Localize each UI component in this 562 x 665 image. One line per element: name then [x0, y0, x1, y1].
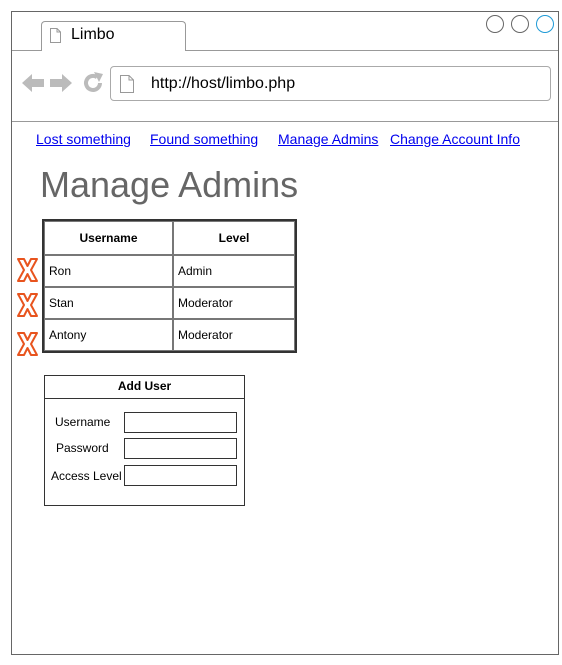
table-row: Ron Admin [44, 255, 295, 287]
window-button-minimize[interactable] [486, 15, 504, 33]
nav-link-lost-something[interactable]: Lost something [36, 131, 131, 147]
nav-links: Lost something Found something Manage Ad… [36, 131, 536, 151]
url-text: http://host/limbo.php [151, 75, 296, 92]
access-level-label: Access Level [51, 469, 122, 483]
password-input[interactable] [124, 438, 237, 459]
nav-link-change-account-info[interactable]: Change Account Info [390, 131, 520, 147]
column-header-level: Level [173, 221, 295, 255]
table-row: Stan Moderator [44, 287, 295, 319]
page-icon [120, 75, 134, 93]
page-title: Manage Admins [40, 164, 299, 205]
column-header-username: Username [44, 221, 173, 255]
window-button-close[interactable] [536, 15, 554, 33]
browser-tab[interactable]: Limbo [41, 21, 186, 51]
arrow-left-icon[interactable] [21, 71, 45, 95]
cell-username: Antony [44, 319, 173, 351]
browser-window: Limbo http://host/limbo.php Lost somethi… [11, 11, 559, 655]
toolbar-divider [12, 121, 558, 122]
tab-strip-line [12, 50, 42, 51]
cell-username: Ron [44, 255, 173, 287]
cell-username: Stan [44, 287, 173, 319]
tab-title: Limbo [71, 26, 115, 43]
access-level-input[interactable] [124, 465, 237, 486]
page-icon [50, 28, 61, 43]
table-row: Antony Moderator [44, 319, 295, 351]
password-label: Password [56, 441, 109, 455]
nav-link-found-something[interactable]: Found something [150, 131, 258, 147]
tab-strip-line [185, 50, 558, 51]
username-label: Username [55, 415, 111, 429]
table-header-row: Username Level [44, 221, 295, 255]
cell-level: Moderator [173, 319, 295, 351]
delete-x-icon[interactable] [16, 332, 39, 356]
window-button-maximize[interactable] [511, 15, 529, 33]
nav-link-manage-admins[interactable]: Manage Admins [278, 131, 379, 147]
delete-x-icon[interactable] [16, 258, 39, 282]
delete-x-icon[interactable] [16, 293, 39, 317]
admins-table: Username Level Ron Admin Stan Moderator … [42, 219, 297, 353]
address-bar[interactable]: http://host/limbo.php [110, 66, 551, 101]
cell-level: Moderator [173, 287, 295, 319]
add-user-title: Add User [45, 376, 244, 399]
reload-icon[interactable] [81, 71, 105, 95]
arrow-right-icon[interactable] [49, 71, 73, 95]
add-user-panel: Add User Username Password Access Level [44, 375, 245, 506]
username-input[interactable] [124, 412, 237, 433]
cell-level: Admin [173, 255, 295, 287]
